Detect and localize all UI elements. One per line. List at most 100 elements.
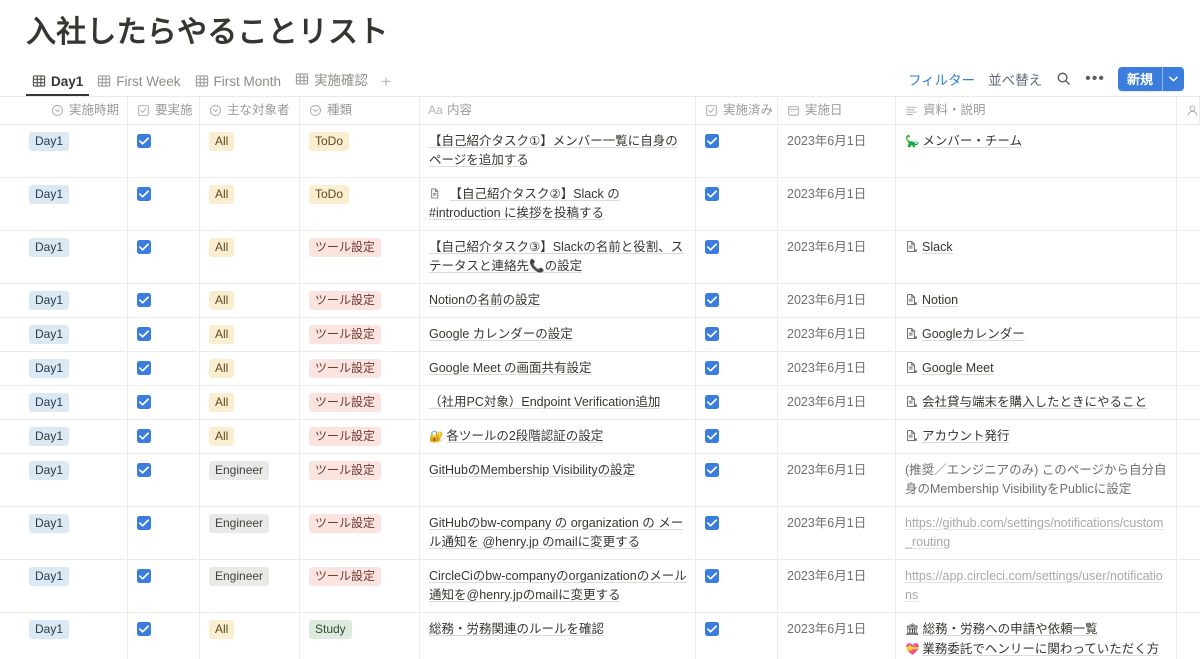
cell-zumi[interactable] [696,612,778,659]
cell-naiyo[interactable]: 【自己紹介タスク①】メンバー一覧に自身のページを追加する [420,124,696,177]
checkbox-checked[interactable] [705,462,719,477]
cell-you[interactable] [128,177,200,230]
cell-you[interactable] [128,317,200,351]
cell-zumi[interactable] [696,283,778,317]
checkbox-checked[interactable] [705,568,719,583]
cell-shurui[interactable]: ツール設定 [300,283,420,317]
view-tab-1[interactable]: Day1 [26,72,90,96]
column-header-zumi[interactable]: 実施済み [696,96,778,124]
cell-date[interactable]: 2023年6月1日 [778,124,896,177]
cell-date[interactable]: 2023年6月1日 [778,177,896,230]
table-row[interactable]: Day1 Engineer ツール設定 CircleCiのbw-companyのorg… [0,559,1200,613]
checkbox-checked[interactable] [705,360,719,375]
checkbox-checked[interactable] [137,186,151,201]
cell-naiyo[interactable]: 【自己紹介タスク③】Slackの名前と役割、ステータスと連絡先📞の設定 [420,230,696,283]
cell-you[interactable] [128,419,200,453]
cell-shurui[interactable]: ツール設定 [300,559,420,612]
table-row[interactable]: Day1 All ツール設定 Google Meet の画面共有設定 2023年6月1日… [0,351,1200,386]
checkbox-checked[interactable] [137,515,151,530]
column-header-you[interactable]: 要実施 [128,96,200,124]
cell-naiyo[interactable]: 🔐 各ツールの2段階認証の設定 [420,419,696,453]
cell-zumi[interactable] [696,351,778,385]
cell-naiyo[interactable]: GitHubのMembership Visibilityの設定 [420,453,696,506]
cell-naiyo[interactable]: （社用PC対象）Endpoint Verification追加 [420,385,696,419]
checkbox-checked[interactable] [137,133,151,148]
checkbox-checked[interactable] [705,428,719,443]
cell-shurui[interactable]: ToDo [300,124,420,177]
cell-zumi[interactable] [696,230,778,283]
cell-shiryo[interactable]: (推奨／エンジニアのみ) このページから自分自身のMembership Visi… [896,453,1177,506]
cell-naiyo[interactable]: GitHubのbw-company の organization の メール通知… [420,506,696,559]
checkbox-checked[interactable] [705,186,719,201]
cell-jiki[interactable]: Day1 [0,230,128,283]
cell-you[interactable] [128,506,200,559]
table-row[interactable]: Day1 All ツール設定 （社用PC対象）Endpoint Verificatio… [0,385,1200,420]
table-row[interactable]: Day1 All ToDo 【自己紹介タスク②】Slack の #introduct… [0,177,1200,231]
table-row[interactable]: Day1 All ツール設定 【自己紹介タスク③】Slackの名前と役割、ステータスと… [0,230,1200,284]
cell-jiki[interactable]: Day1 [0,612,128,659]
cell-zumi[interactable] [696,385,778,419]
cell-date[interactable]: 2023年6月1日 [778,506,896,559]
table-row[interactable]: Day1 All Study 総務・労務関連のルールを確認 2023年6月1日 🏛 総務・労… [0,612,1200,659]
cell-date[interactable]: 2023年6月1日 [778,559,896,612]
checkbox-checked[interactable] [137,428,151,443]
cell-date[interactable]: 2023年6月1日 [778,612,896,659]
cell-jiki[interactable]: Day1 [0,506,128,559]
cell-date[interactable] [778,419,896,453]
cell-taisho[interactable]: All [200,419,300,453]
ellipsis-icon[interactable]: ••• [1085,70,1105,86]
view-tab-4[interactable]: 実施確認 [289,67,374,96]
checkbox-checked[interactable] [705,133,719,148]
cell-you[interactable] [128,453,200,506]
cell-date[interactable]: 2023年6月1日 [778,317,896,351]
shiryo-entry[interactable]: 💝業務委託でヘンリーに関わっていただく方へ [905,640,1168,659]
cell-jiki[interactable]: Day1 [0,453,128,506]
cell-zumi[interactable] [696,419,778,453]
cell-shurui[interactable]: ツール設定 [300,453,420,506]
cell-shiryo[interactable] [896,177,1177,230]
cell-taisho[interactable]: All [200,230,300,283]
cell-shurui[interactable]: ToDo [300,177,420,230]
table-row[interactable]: Day1 All ツール設定 Notionの名前の設定 2023年6月1日 Notion [0,283,1200,318]
cell-zumi[interactable] [696,124,778,177]
shiryo-entry[interactable]: Google Meet [905,359,1168,378]
cell-jiki[interactable]: Day1 [0,351,128,385]
column-header-bi[interactable]: 実施日 [778,96,896,124]
column-header-shurui[interactable]: 種類 [300,96,420,124]
cell-shurui[interactable]: ツール設定 [300,351,420,385]
checkbox-checked[interactable] [137,462,151,477]
cell-taisho[interactable]: Engineer [200,506,300,559]
cell-zumi[interactable] [696,453,778,506]
chevron-down-icon[interactable] [1163,67,1184,91]
column-header-jiki[interactable]: 実施時期 [0,96,128,124]
shiryo-entry[interactable]: アカウント発行 [905,427,1168,446]
cell-naiyo[interactable]: Notionの名前の設定 [420,283,696,317]
cell-shurui[interactable]: Study [300,612,420,659]
shiryo-entry[interactable]: Googleカレンダー [905,325,1168,344]
table-row[interactable]: Day1 Engineer ツール設定 GitHubのbw-company の org… [0,506,1200,560]
cell-taisho[interactable]: All [200,124,300,177]
cell-date[interactable]: 2023年6月1日 [778,230,896,283]
shiryo-entry[interactable]: 🏛 総務・労務への申請や依頼一覧 [905,620,1168,639]
cell-zumi[interactable] [696,559,778,612]
cell-shurui[interactable]: ツール設定 [300,385,420,419]
cell-date[interactable]: 2023年6月1日 [778,283,896,317]
cell-zumi[interactable] [696,317,778,351]
checkbox-checked[interactable] [137,326,151,341]
sort-button[interactable]: 並べ替え [988,69,1042,89]
shiryo-entry[interactable]: 🦕 メンバー・チーム [905,132,1168,151]
checkbox-checked[interactable] [705,292,719,307]
cell-you[interactable] [128,351,200,385]
checkbox-checked[interactable] [137,621,151,636]
checkbox-checked[interactable] [705,394,719,409]
cell-shurui[interactable]: ツール設定 [300,230,420,283]
cell-you[interactable] [128,385,200,419]
cell-shiryo[interactable]: Googleカレンダー [896,317,1177,351]
cell-naiyo[interactable]: 総務・労務関連のルールを確認 [420,612,696,659]
cell-date[interactable]: 2023年6月1日 [778,385,896,419]
cell-taisho[interactable]: Engineer [200,453,300,506]
shiryo-entry[interactable]: Slack [905,238,1168,257]
cell-you[interactable] [128,559,200,612]
column-header-naiyo[interactable]: Aa 内容 [420,96,696,124]
checkbox-checked[interactable] [705,239,719,254]
